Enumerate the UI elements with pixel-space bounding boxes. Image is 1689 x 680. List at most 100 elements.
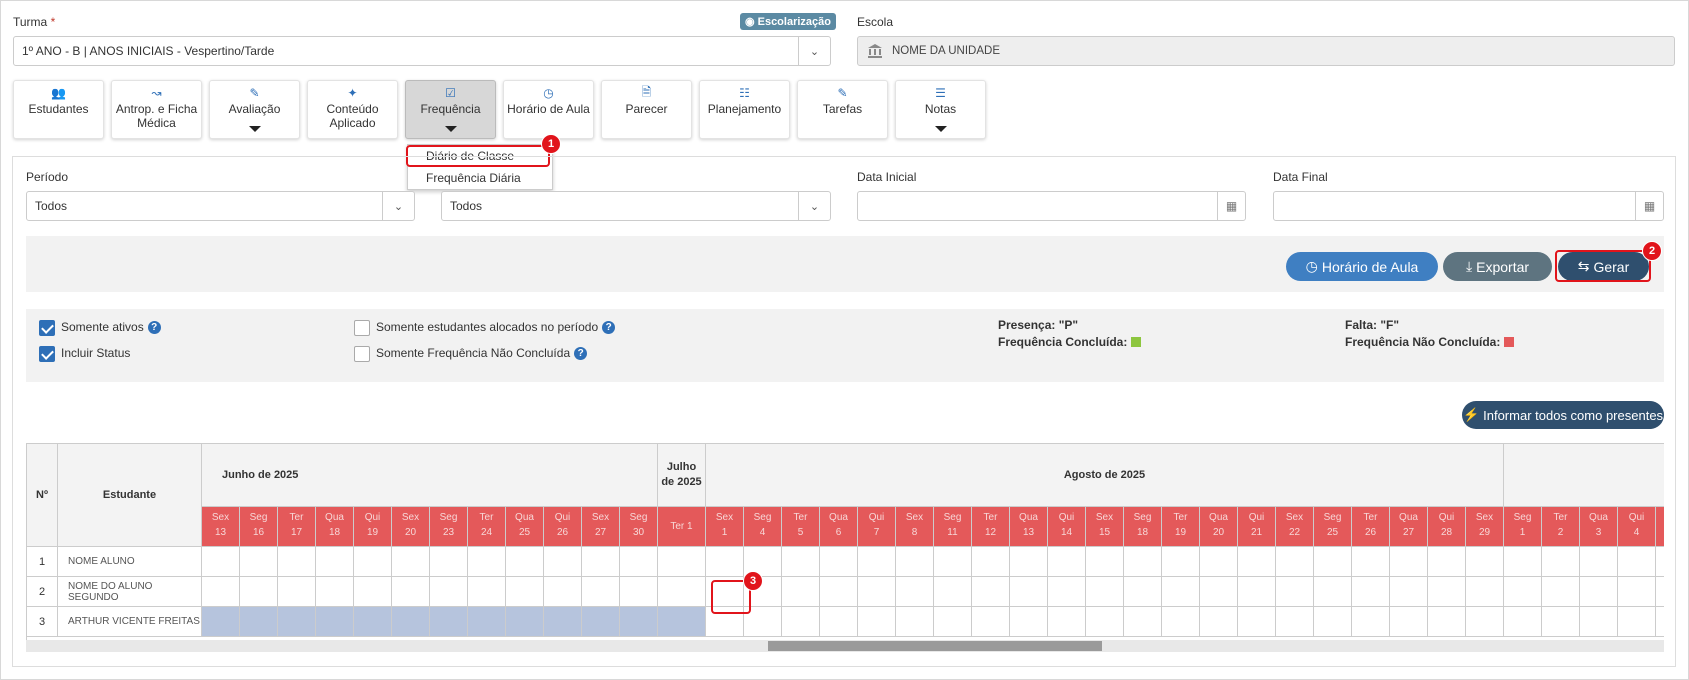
attendance-cell[interactable] bbox=[1162, 577, 1200, 607]
attendance-cell[interactable] bbox=[278, 547, 316, 577]
attendance-cell[interactable] bbox=[430, 607, 468, 637]
attendance-cell[interactable] bbox=[506, 607, 544, 637]
tab-7[interactable]: 🗎 Parecer bbox=[601, 80, 692, 139]
attendance-cell[interactable] bbox=[782, 547, 820, 577]
attendance-cell[interactable] bbox=[1124, 547, 1162, 577]
tab-8[interactable]: ☷ Planejamento bbox=[699, 80, 790, 139]
attendance-cell[interactable] bbox=[240, 547, 278, 577]
tab-5[interactable]: ☑ Frequência bbox=[405, 80, 496, 139]
calendar-icon[interactable]: ▦ bbox=[1635, 192, 1663, 220]
attendance-cell[interactable] bbox=[620, 547, 658, 577]
attendance-cell[interactable] bbox=[620, 607, 658, 637]
attendance-cell[interactable] bbox=[1580, 547, 1618, 577]
turma-select[interactable]: 1º ANO - B | ANOS INICIAIS - Vespertino/… bbox=[13, 36, 831, 66]
attendance-cell[interactable] bbox=[430, 547, 468, 577]
attendance-cell[interactable] bbox=[934, 547, 972, 577]
attendance-cell[interactable] bbox=[1352, 577, 1390, 607]
exportar-button[interactable]: ⤓ Exportar bbox=[1443, 252, 1552, 281]
attendance-cell[interactable] bbox=[468, 577, 506, 607]
attendance-cell[interactable] bbox=[1124, 577, 1162, 607]
attendance-cell[interactable] bbox=[1428, 607, 1466, 637]
attendance-cell[interactable] bbox=[582, 607, 620, 637]
attendance-cell[interactable] bbox=[782, 577, 820, 607]
attendance-cell[interactable] bbox=[278, 607, 316, 637]
help-icon[interactable]: ? bbox=[602, 320, 616, 334]
attendance-cell[interactable] bbox=[1390, 607, 1428, 637]
attendance-cell[interactable] bbox=[1010, 607, 1048, 637]
attendance-cell[interactable] bbox=[1428, 577, 1466, 607]
attendance-cell[interactable] bbox=[468, 547, 506, 577]
attendance-cell[interactable] bbox=[354, 607, 392, 637]
alocados-checkbox[interactable] bbox=[354, 320, 370, 336]
attendance-cell[interactable] bbox=[1086, 577, 1124, 607]
attendance-cell[interactable] bbox=[1618, 577, 1656, 607]
attendance-cell[interactable] bbox=[820, 607, 858, 637]
attendance-cell[interactable] bbox=[1238, 577, 1276, 607]
attendance-cell[interactable] bbox=[1390, 547, 1428, 577]
attendance-cell[interactable] bbox=[278, 577, 316, 607]
attendance-cell[interactable] bbox=[1276, 547, 1314, 577]
attendance-cell[interactable] bbox=[1238, 547, 1276, 577]
attendance-cell[interactable] bbox=[1200, 547, 1238, 577]
attendance-cell[interactable] bbox=[1276, 607, 1314, 637]
attendance-cell[interactable] bbox=[582, 547, 620, 577]
attendance-cell[interactable] bbox=[468, 607, 506, 637]
attendance-cell[interactable] bbox=[1200, 577, 1238, 607]
attendance-cell[interactable] bbox=[430, 577, 468, 607]
attendance-cell[interactable] bbox=[620, 577, 658, 607]
incluir-status-checkbox[interactable] bbox=[39, 346, 55, 362]
attendance-cell[interactable] bbox=[934, 607, 972, 637]
attendance-cell[interactable] bbox=[240, 577, 278, 607]
attendance-cell[interactable] bbox=[1504, 547, 1542, 577]
attendance-cell[interactable] bbox=[354, 547, 392, 577]
attendance-cell[interactable] bbox=[1352, 607, 1390, 637]
attendance-cell[interactable] bbox=[1162, 607, 1200, 637]
tab-10[interactable]: ☰ Notas bbox=[895, 80, 986, 139]
tab-2[interactable]: ↝ Antrop. e Ficha Médica bbox=[111, 80, 202, 139]
attendance-cell[interactable] bbox=[972, 607, 1010, 637]
attendance-cell[interactable] bbox=[1162, 547, 1200, 577]
attendance-cell[interactable] bbox=[1542, 577, 1580, 607]
tab-9[interactable]: ✎ Tarefas bbox=[797, 80, 888, 139]
attendance-cell[interactable] bbox=[1086, 547, 1124, 577]
attendance-cell[interactable] bbox=[1048, 577, 1086, 607]
nao-concluida-checkbox[interactable] bbox=[354, 346, 370, 362]
attendance-cell[interactable] bbox=[1618, 607, 1656, 637]
attendance-cell[interactable] bbox=[820, 577, 858, 607]
attendance-cell[interactable] bbox=[240, 607, 278, 637]
attendance-cell[interactable] bbox=[1314, 607, 1352, 637]
attendance-cell[interactable] bbox=[1086, 607, 1124, 637]
data-final-input[interactable]: ▦ bbox=[1273, 191, 1664, 221]
attendance-cell[interactable] bbox=[392, 607, 430, 637]
help-icon[interactable]: ? bbox=[574, 346, 588, 360]
second-filter-select[interactable]: Todos ⌄ bbox=[441, 191, 831, 221]
attendance-cell[interactable] bbox=[1656, 577, 1664, 607]
attendance-cell[interactable] bbox=[1656, 547, 1664, 577]
attendance-cell[interactable] bbox=[544, 547, 582, 577]
attendance-cell[interactable] bbox=[782, 607, 820, 637]
attendance-cell[interactable] bbox=[544, 607, 582, 637]
periodo-select[interactable]: Todos ⌄ bbox=[26, 191, 415, 221]
attendance-cell[interactable] bbox=[934, 577, 972, 607]
horario-de-aula-button[interactable]: ◷ Horário de Aula bbox=[1286, 252, 1438, 281]
attendance-cell[interactable] bbox=[972, 547, 1010, 577]
attendance-cell[interactable] bbox=[1656, 607, 1664, 637]
attendance-cell[interactable] bbox=[202, 607, 240, 637]
data-inicial-input[interactable]: ▦ bbox=[857, 191, 1246, 221]
tab-1[interactable]: 👥 Estudantes bbox=[13, 80, 104, 139]
attendance-cell[interactable] bbox=[658, 547, 706, 577]
attendance-cell[interactable] bbox=[1504, 577, 1542, 607]
attendance-cell[interactable] bbox=[316, 547, 354, 577]
attendance-cell[interactable] bbox=[506, 547, 544, 577]
scrollbar-thumb[interactable] bbox=[768, 641, 1102, 651]
tab-3[interactable]: ✎ Avaliação bbox=[209, 80, 300, 139]
attendance-cell[interactable] bbox=[1124, 607, 1162, 637]
attendance-cell[interactable] bbox=[202, 577, 240, 607]
horizontal-scrollbar[interactable] bbox=[26, 640, 1664, 652]
help-icon[interactable]: ? bbox=[147, 320, 161, 334]
attendance-cell[interactable] bbox=[1580, 607, 1618, 637]
attendance-cell[interactable] bbox=[972, 577, 1010, 607]
attendance-cell[interactable] bbox=[1010, 577, 1048, 607]
attendance-cell[interactable] bbox=[1276, 577, 1314, 607]
attendance-cell[interactable] bbox=[1390, 577, 1428, 607]
